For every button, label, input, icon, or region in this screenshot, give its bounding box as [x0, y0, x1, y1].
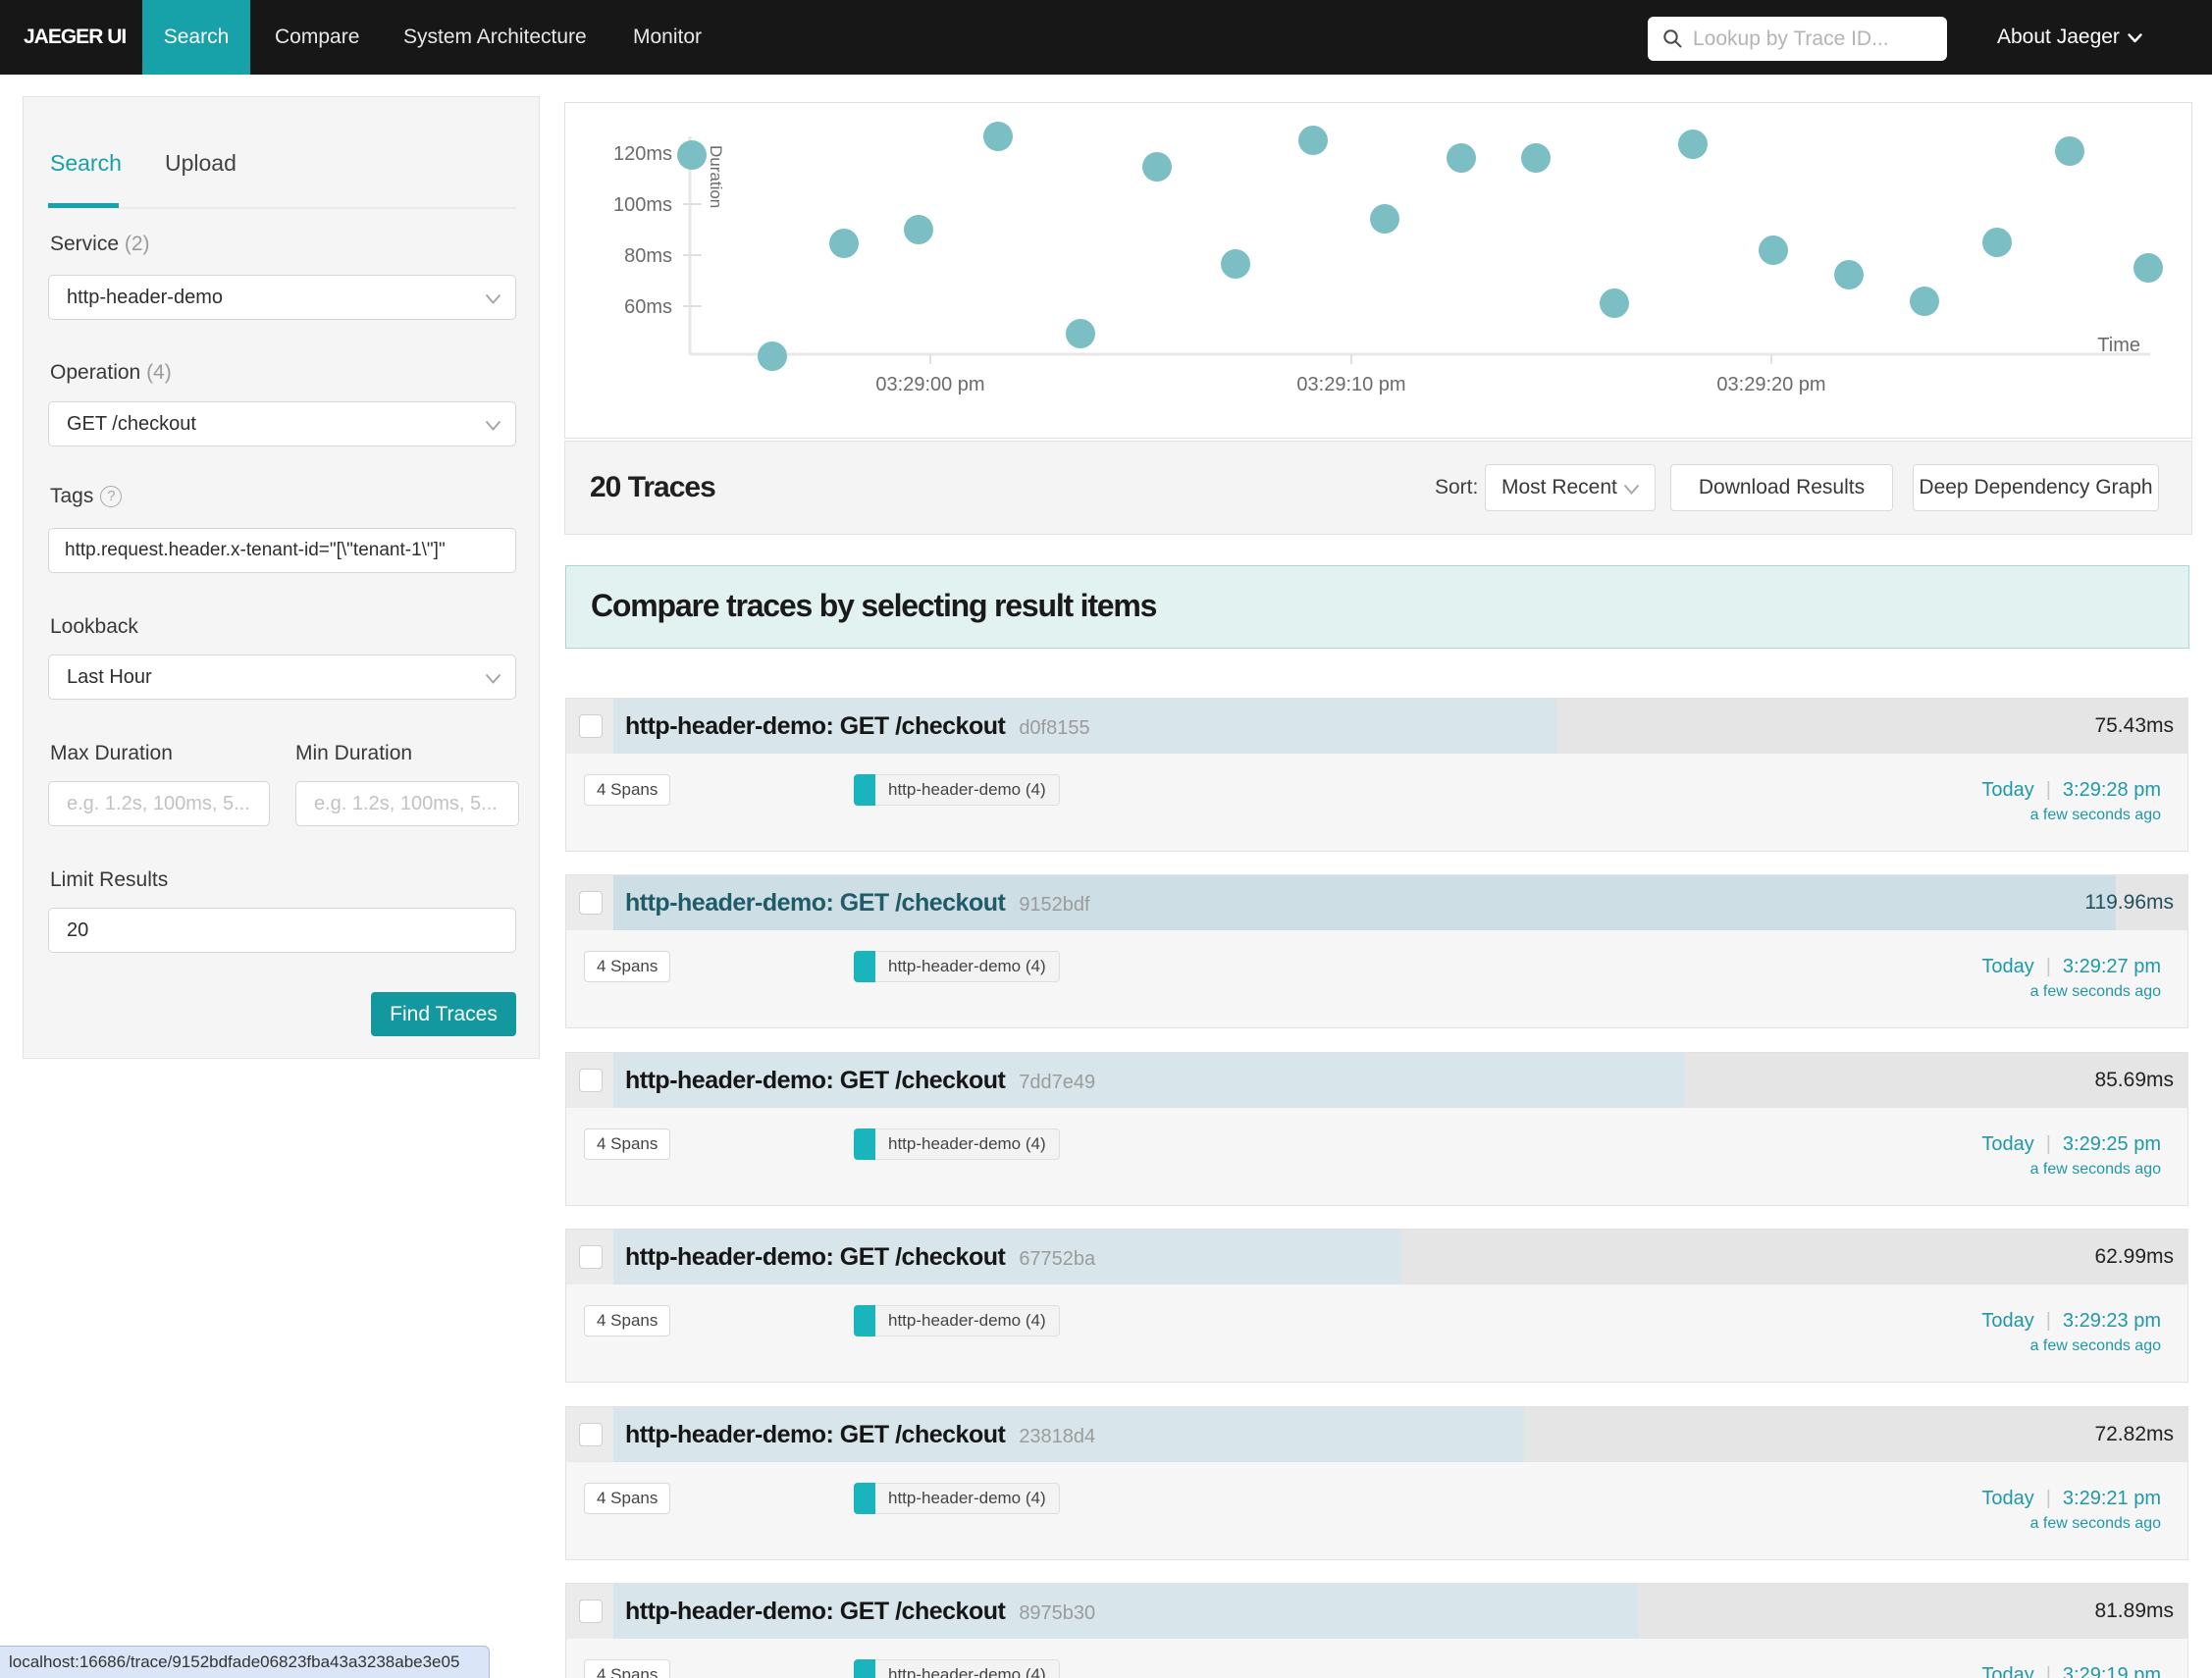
- svg-text:03:29:00 pm: 03:29:00 pm: [875, 374, 984, 395]
- svg-text:80ms: 80ms: [624, 245, 672, 267]
- svg-text:Time: Time: [2097, 335, 2140, 356]
- svg-text:03:29:20 pm: 03:29:20 pm: [1716, 374, 1825, 395]
- svg-text:03:29:10 pm: 03:29:10 pm: [1296, 374, 1405, 395]
- svg-text:100ms: 100ms: [613, 194, 672, 216]
- svg-text:60ms: 60ms: [624, 296, 672, 318]
- svg-text:120ms: 120ms: [613, 143, 672, 165]
- svg-text:Duration: Duration: [707, 145, 725, 208]
